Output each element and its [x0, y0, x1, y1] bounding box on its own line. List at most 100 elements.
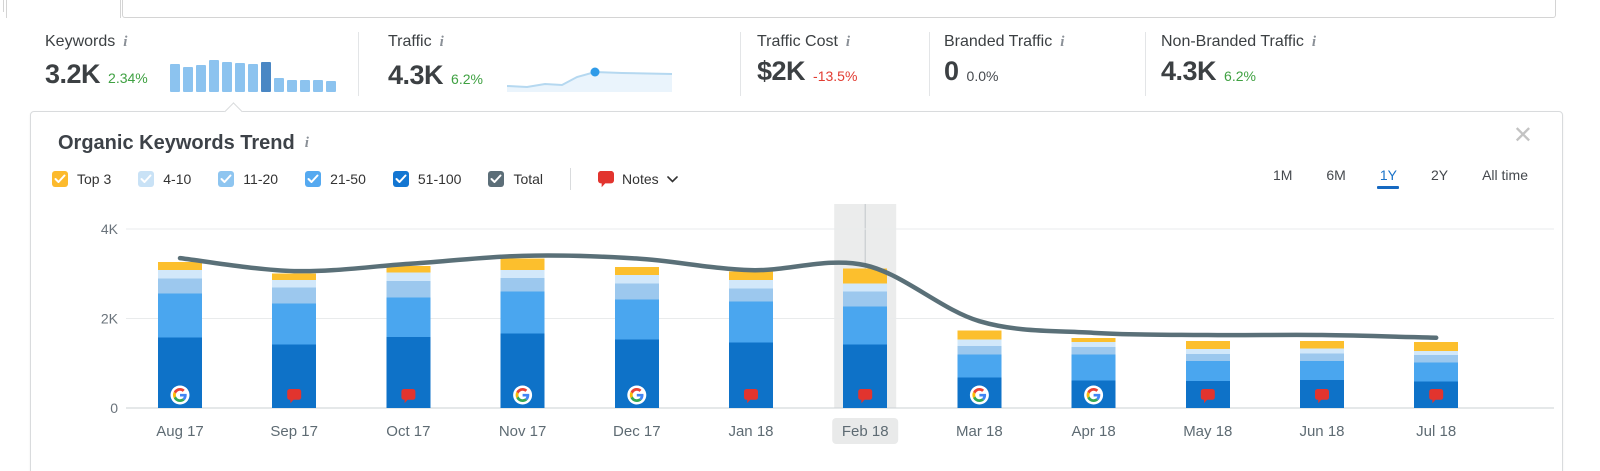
active-tab[interactable] [6, 0, 121, 18]
info-icon[interactable]: i [305, 135, 309, 151]
keywords-mini-bar-chart[interactable] [169, 58, 336, 92]
bar-segment-top-3[interactable] [614, 266, 659, 276]
legend-item-11-20[interactable]: 11-20 [218, 171, 278, 187]
legend-item-4-10[interactable]: 4-10 [138, 171, 191, 187]
mini-bar[interactable] [169, 64, 180, 92]
bar-segment-top-3[interactable] [957, 330, 1002, 340]
legend-item-21-50[interactable]: 21-50 [305, 171, 366, 187]
bar-segment-21-50[interactable] [957, 354, 1002, 378]
google-icon[interactable] [627, 385, 647, 405]
bar-segment-4-10[interactable] [158, 270, 202, 279]
range-2y[interactable]: 2Y [1425, 166, 1454, 189]
traffic-sparkline[interactable] [506, 60, 677, 94]
bar-segment-21-50[interactable] [500, 291, 545, 334]
mini-bar[interactable] [299, 80, 310, 92]
checkbox-icon[interactable] [138, 171, 155, 187]
info-icon[interactable]: i [846, 34, 850, 50]
bar-segment-11-20[interactable] [614, 283, 659, 300]
bar-segment-21-50[interactable] [1414, 362, 1459, 382]
mini-bar[interactable] [208, 60, 219, 92]
bar-segment-21-50[interactable] [1185, 360, 1230, 382]
bar-segment-11-20[interactable] [386, 280, 431, 298]
bar-segment-11-20[interactable] [272, 287, 317, 304]
mini-bar[interactable] [182, 67, 193, 92]
bar-segment-4-10[interactable] [1414, 350, 1459, 356]
range-6m[interactable]: 6M [1320, 166, 1351, 189]
bar-segment-11-20[interactable] [1071, 347, 1116, 355]
bar-segment-4-10[interactable] [1185, 349, 1230, 355]
bar-segment-11-20[interactable] [957, 346, 1002, 355]
bar-segment-21-50[interactable] [729, 301, 773, 343]
bar-feb-18[interactable] [843, 268, 888, 408]
bar-segment-11-20[interactable] [1414, 355, 1459, 363]
legend-item-top-3[interactable]: Top 3 [52, 171, 111, 187]
close-icon[interactable]: ✕ [1511, 122, 1535, 150]
bar-segment-21-50[interactable] [386, 297, 431, 338]
bar-segment-21-50[interactable] [1300, 360, 1344, 381]
bar-segment-4-10[interactable] [500, 269, 545, 279]
total-line[interactable] [177, 253, 1439, 340]
mini-bar[interactable] [286, 80, 297, 92]
bar-segment-4-10[interactable] [957, 339, 1002, 347]
bar-segment-4-10[interactable] [386, 272, 431, 281]
mini-bar[interactable] [195, 65, 206, 92]
bar-segment-21-50[interactable] [272, 303, 317, 345]
x-axis-label: Jun 18 [1299, 423, 1344, 440]
google-icon[interactable] [170, 385, 190, 405]
info-icon[interactable]: i [440, 34, 444, 50]
notes-dropdown[interactable]: Notes [598, 170, 678, 188]
legend-item-total[interactable]: Total [488, 171, 543, 187]
bar-segment-top-3[interactable] [1300, 341, 1344, 349]
mini-bar[interactable] [325, 81, 336, 92]
mini-bar[interactable] [273, 78, 284, 92]
bar-segment-21-50[interactable] [1071, 354, 1116, 381]
bar-segment-4-10[interactable] [272, 280, 317, 288]
bar-segment-top-3[interactable] [1185, 341, 1230, 350]
mini-bar[interactable] [260, 62, 271, 92]
range-1m[interactable]: 1M [1267, 166, 1298, 189]
bar-segment-21-50[interactable] [843, 306, 888, 345]
bar-segment-top-3[interactable] [1414, 341, 1459, 351]
bar-segment-11-20[interactable] [158, 278, 202, 294]
info-icon[interactable]: i [123, 34, 127, 50]
bar-segment-21-50[interactable] [158, 293, 202, 338]
bar-segment-top-3[interactable] [729, 271, 773, 281]
google-icon[interactable] [513, 385, 533, 405]
info-icon[interactable]: i [1060, 34, 1064, 50]
bar-segment-top-3[interactable] [272, 273, 317, 281]
google-icon[interactable] [1084, 385, 1104, 405]
bar-segment-4-10[interactable] [1300, 348, 1344, 354]
bar-segment-4-10[interactable] [614, 275, 659, 284]
mini-bar[interactable] [247, 64, 258, 92]
bar-segment-11-20[interactable] [729, 288, 773, 302]
bar-segment-top-3[interactable] [1071, 338, 1116, 343]
mini-bar[interactable] [234, 63, 245, 92]
checkbox-icon[interactable] [52, 171, 68, 187]
inactive-tab[interactable] [122, 0, 1556, 18]
mini-bar[interactable] [312, 80, 323, 92]
sparkline-dot[interactable] [590, 67, 600, 77]
bar-segment-top-3[interactable] [500, 258, 545, 270]
checkbox-icon[interactable] [218, 171, 235, 187]
bar-segment-11-20[interactable] [843, 291, 888, 307]
bar-segment-11-20[interactable] [1185, 354, 1230, 361]
range-all-time[interactable]: All time [1476, 166, 1534, 189]
bar-oct-17[interactable] [386, 265, 431, 408]
mini-bar[interactable] [221, 62, 232, 92]
bar-segment-4-10[interactable] [1071, 342, 1116, 348]
bar-segment-4-10[interactable] [843, 283, 888, 292]
checkbox-icon[interactable] [305, 171, 322, 187]
bar-segment-11-20[interactable] [1300, 353, 1344, 361]
checkbox-icon[interactable] [392, 171, 409, 187]
bar-segment-top-3[interactable] [158, 261, 202, 271]
bar-segment-11-20[interactable] [500, 278, 545, 292]
bar-jan-18[interactable] [729, 271, 773, 408]
bar-segment-21-50[interactable] [614, 299, 659, 340]
bar-segment-4-10[interactable] [729, 280, 773, 289]
bar-sep-17[interactable] [272, 273, 317, 408]
google-icon[interactable] [969, 385, 989, 405]
info-icon[interactable]: i [1312, 34, 1316, 50]
legend-item-51-100[interactable]: 51-100 [392, 171, 461, 187]
range-1y[interactable]: 1Y [1374, 166, 1403, 189]
checkbox-icon[interactable] [488, 171, 505, 187]
